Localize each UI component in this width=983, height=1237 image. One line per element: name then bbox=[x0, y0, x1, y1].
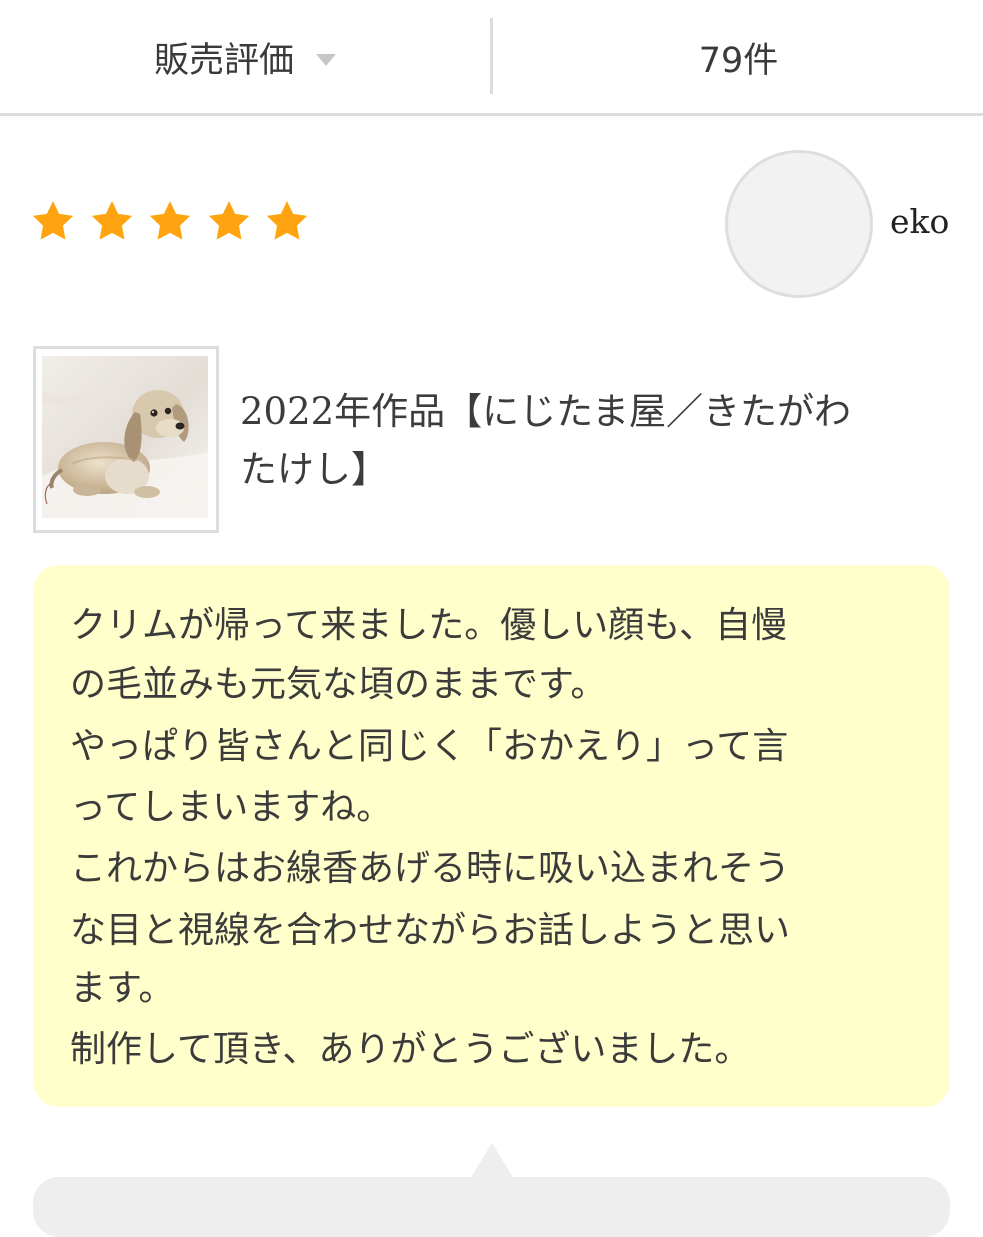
product-thumbnail[interactable] bbox=[42, 356, 208, 518]
review-header: 販売評価 79件 bbox=[0, 0, 983, 116]
reply-bubble bbox=[33, 1177, 950, 1237]
star-rating bbox=[30, 198, 323, 252]
product-title[interactable]: 2022年作品【にじたま屋／きたがわ たけし】 bbox=[240, 383, 940, 499]
review-text-line: の毛並みも元気な頃のままです。 bbox=[70, 664, 607, 705]
review-count-label: 79件 bbox=[698, 41, 779, 81]
header-divider bbox=[490, 18, 493, 94]
review-text-line: これからはお線香あげる時に吸い込まれそう bbox=[70, 848, 791, 889]
dog-photo-icon bbox=[42, 356, 208, 518]
caret-down-icon bbox=[316, 53, 336, 66]
reply-pointer bbox=[470, 1143, 514, 1179]
sort-label: 販売評価 bbox=[153, 41, 294, 81]
review-text-line: やっぱり皆さんと同じく「おかえり」って言 bbox=[70, 726, 789, 767]
review-bubble bbox=[33, 565, 950, 1107]
header-underline bbox=[0, 113, 983, 116]
review-text-line: 制作して頂き、ありがとうございました。 bbox=[70, 1029, 751, 1070]
reviewer-name[interactable]: eko bbox=[890, 202, 949, 241]
star-icon bbox=[32, 201, 74, 240]
review-text-line: ます。 bbox=[70, 968, 175, 1009]
product-title-line: たけし】 bbox=[240, 448, 388, 491]
star-icon bbox=[149, 201, 191, 240]
star-icon bbox=[266, 201, 308, 240]
review-text-line: クリムが帰って来ました。優しい顔も、自慢 bbox=[70, 605, 788, 646]
sort-dropdown[interactable]: 販売評価 bbox=[0, 0, 490, 115]
review-text-line: ってしまいますね。 bbox=[70, 787, 393, 828]
star-icon bbox=[91, 201, 132, 240]
review-text-line: な目と視線を合わせながらお話しようと思い bbox=[70, 910, 791, 951]
product-title-line: 2022年作品【にじたま屋／きたがわ bbox=[240, 390, 852, 433]
star-icon bbox=[208, 201, 249, 240]
avatar[interactable] bbox=[725, 150, 873, 298]
review-count: 79件 bbox=[494, 0, 983, 115]
